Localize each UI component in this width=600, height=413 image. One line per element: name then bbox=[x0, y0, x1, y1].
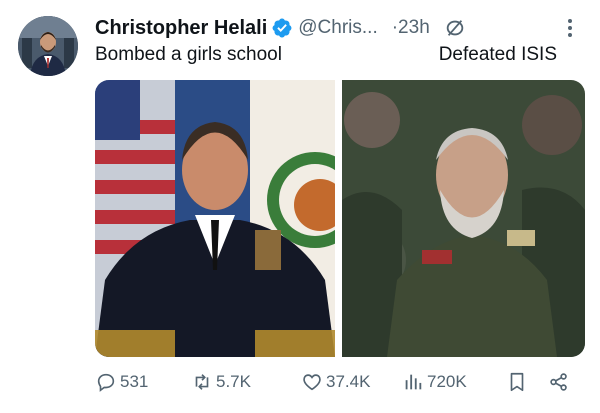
tweet-text: Bombed a girls school Defeated ISIS bbox=[95, 44, 565, 72]
photo-right[interactable] bbox=[342, 80, 585, 357]
reply-button[interactable]: 531 bbox=[95, 368, 148, 396]
verified-badge-icon bbox=[272, 18, 292, 38]
heart-icon bbox=[303, 374, 321, 391]
photo-left[interactable] bbox=[95, 80, 335, 357]
like-count: 37.4K bbox=[326, 372, 371, 391]
reply-count: 531 bbox=[120, 372, 149, 391]
bookmark-button[interactable] bbox=[506, 368, 528, 396]
retweet-count: 5.7K bbox=[216, 372, 251, 391]
more-vertical-icon[interactable] bbox=[560, 16, 580, 40]
tweet-header: Christopher Helali @Chris... ·23h bbox=[95, 14, 580, 42]
views-icon bbox=[405, 374, 422, 390]
views-button[interactable]: 720K bbox=[402, 368, 467, 396]
caption-left: Bombed a girls school bbox=[95, 44, 282, 65]
author-handle[interactable]: @Chris... bbox=[298, 17, 377, 39]
avatar-image bbox=[18, 16, 78, 76]
like-button[interactable]: 37.4K bbox=[301, 368, 370, 396]
retweet-icon bbox=[195, 374, 209, 390]
share-button[interactable] bbox=[548, 368, 570, 396]
tweet-card: Christopher Helali @Chris... ·23h Bombed… bbox=[0, 0, 600, 413]
retweet-button[interactable]: 5.7K bbox=[191, 368, 251, 396]
share-icon bbox=[550, 373, 567, 391]
eye-slash-icon[interactable] bbox=[444, 17, 466, 39]
action-bar: 531 5.7K 37.4K 720K bbox=[95, 368, 575, 396]
views-count: 720K bbox=[427, 372, 467, 391]
media-grid bbox=[95, 80, 585, 357]
bookmark-icon bbox=[510, 372, 524, 392]
reply-icon bbox=[97, 373, 115, 392]
caption-right: Defeated ISIS bbox=[438, 44, 557, 65]
timestamp[interactable]: ·23h bbox=[392, 17, 430, 39]
author-name[interactable]: Christopher Helali bbox=[95, 17, 267, 40]
avatar[interactable] bbox=[18, 16, 78, 76]
